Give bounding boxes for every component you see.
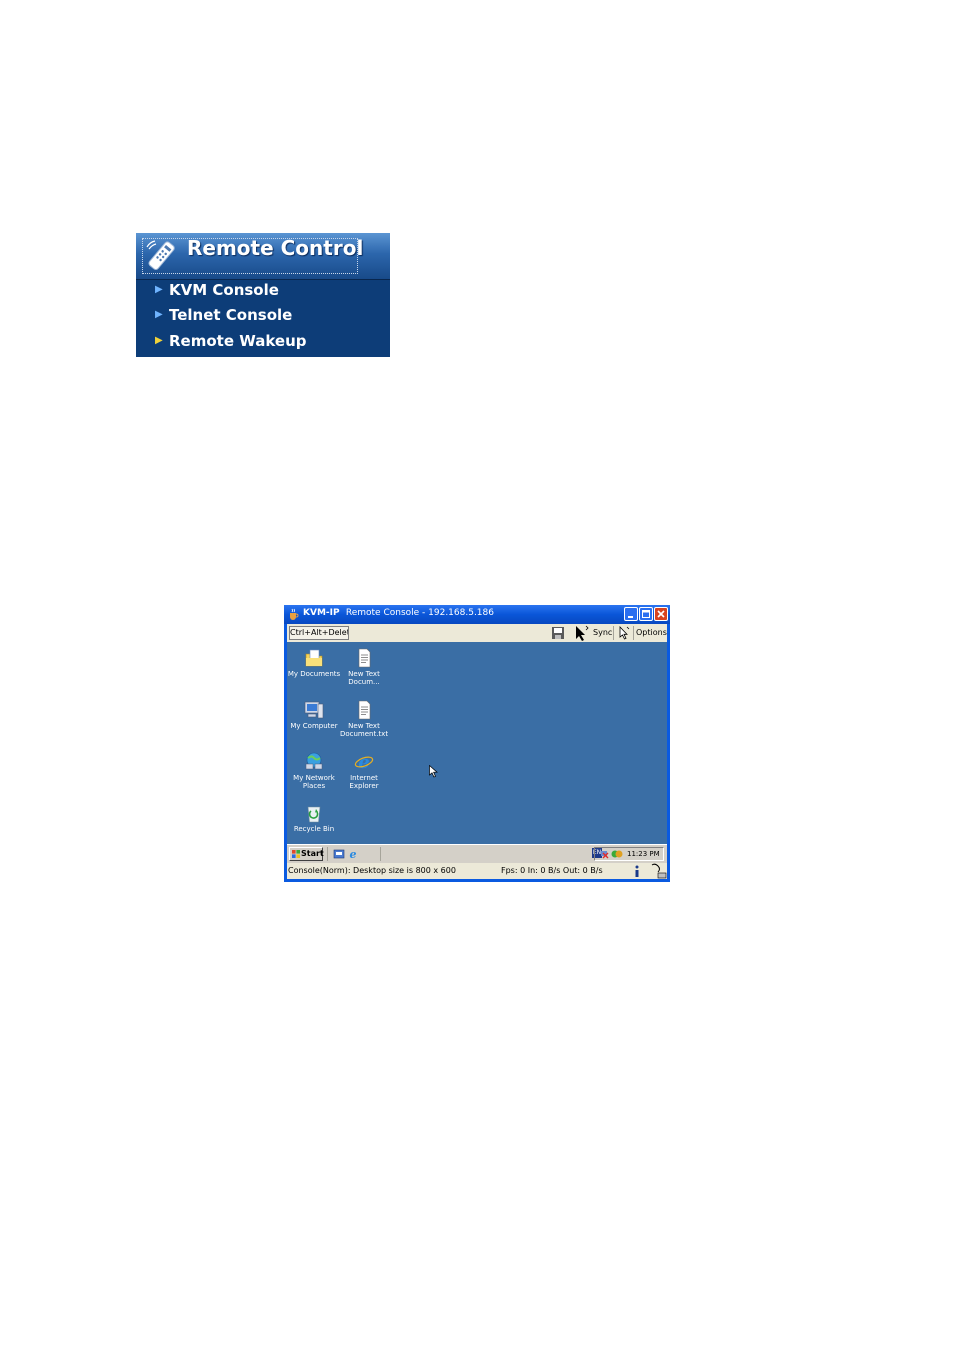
arrow-right-icon: ▶ — [155, 335, 163, 346]
svg-text:e: e — [358, 752, 369, 772]
menu-item-remote-wakeup[interactable]: ▶ Remote Wakeup — [155, 330, 307, 352]
desktop-icon-label: New Text Docum... — [348, 670, 380, 686]
system-tray: 11:23 PM — [594, 847, 664, 861]
remote-control-icon — [146, 240, 175, 270]
text-document-icon — [358, 648, 371, 668]
window-title-product: KVM-IP — [303, 608, 340, 618]
options-button[interactable]: Options — [636, 628, 667, 637]
close-button[interactable] — [654, 607, 668, 621]
window-titlebar[interactable]: KVM-IP Remote Console - 192.168.5.186 — [284, 605, 670, 624]
maximize-icon — [642, 610, 650, 618]
desktop-icon-my-computer[interactable]: My Computer — [287, 700, 341, 730]
desktop-icon-label: My Documents — [287, 670, 341, 678]
save-icon[interactable] — [551, 626, 565, 640]
mouse-pointer-icon[interactable] — [574, 625, 590, 642]
java-cup-icon — [290, 608, 299, 620]
desktop-icon-recycle-bin[interactable]: Recycle Bin — [287, 803, 341, 833]
network-alert-icon[interactable] — [600, 849, 610, 859]
desktop-icon-new-text-document-txt[interactable]: New Text Document.txt — [337, 700, 391, 738]
my-documents-icon — [305, 649, 323, 667]
menu-item-kvm-console[interactable]: ▶ KVM Console — [155, 279, 279, 301]
desktop-icon-internet-explorer[interactable]: e Internet Explorer — [337, 752, 391, 790]
start-button[interactable]: Start — [289, 847, 324, 861]
mouse-cursor-icon — [429, 765, 438, 778]
arrow-right-icon: ▶ — [155, 284, 163, 295]
toolbar-separator — [633, 626, 634, 640]
pointer-options-icon[interactable] — [617, 625, 631, 641]
info-icon[interactable] — [633, 865, 641, 878]
desktop-icon-label: My Computer — [290, 722, 338, 730]
console-statusbar: Console(Norm): Desktop size is 800 x 600… — [287, 863, 667, 879]
arrow-right-icon: ▶ — [155, 309, 163, 320]
internet-explorer-icon: e — [354, 752, 374, 772]
menu-item-label: Telnet Console — [169, 306, 293, 324]
show-desktop-icon[interactable] — [333, 848, 345, 860]
menu-title: Remote Control — [187, 236, 364, 260]
connection-status-icon[interactable] — [650, 863, 667, 879]
window-title-address: Remote Console - 192.168.5.186 — [345, 608, 494, 618]
desktop-icon-label: New Text Document.txt — [339, 722, 389, 738]
toolbar-separator — [613, 626, 614, 640]
close-icon — [657, 610, 665, 618]
clock: 11:23 PM — [627, 850, 660, 858]
menu-item-label: Remote Wakeup — [169, 332, 307, 350]
windows-logo-icon — [292, 850, 300, 858]
desktop-icon-my-documents[interactable]: My Documents — [287, 648, 341, 678]
taskbar-separator — [380, 847, 381, 861]
ctrl-alt-delete-button[interactable]: Ctrl+Alt+Delete — [289, 626, 349, 640]
svg-text:e: e — [350, 848, 357, 860]
maximize-button[interactable] — [639, 607, 653, 621]
menu-item-telnet-console[interactable]: ▶ Telnet Console — [155, 304, 292, 326]
minimize-icon — [628, 616, 633, 618]
window-title: KVM-IP Remote Console - 192.168.5.186 — [303, 608, 494, 618]
remote-taskbar: Start e EN 11:23 PM — [287, 844, 667, 863]
tray-app-icon[interactable] — [611, 849, 623, 859]
start-label: Start — [301, 849, 324, 858]
desktop-icon-label: Recycle Bin — [293, 825, 335, 833]
window-client-area: Ctrl+Alt+Delete Sync Options My Document… — [287, 624, 667, 879]
remote-desktop[interactable]: My Documents New Text Docum... My Comput — [287, 642, 667, 844]
text-document-icon — [358, 700, 371, 720]
minimize-button[interactable] — [624, 607, 638, 621]
desktop-icon-label: Internet Explorer — [349, 774, 379, 790]
status-fps: Fps: 0 In: 0 B/s Out: 0 B/s — [501, 866, 603, 875]
menu-header[interactable]: Remote Control — [136, 233, 390, 280]
kvm-console-window: KVM-IP Remote Console - 192.168.5.186 Ct… — [284, 605, 670, 882]
desktop-icon-my-network-places[interactable]: My Network Places — [287, 752, 341, 790]
desktop-icon-label: My Network Places — [293, 774, 335, 790]
my-computer-icon — [304, 701, 324, 719]
taskbar-separator — [327, 847, 328, 861]
recycle-bin-icon — [307, 806, 321, 823]
remote-control-menu: Remote Control ▶ KVM Console ▶ Telnet Cons… — [136, 233, 390, 357]
desktop-icon-new-text-document[interactable]: New Text Docum... — [337, 648, 391, 686]
internet-explorer-icon[interactable]: e — [347, 848, 359, 860]
network-places-icon — [305, 752, 323, 770]
console-toolbar: Ctrl+Alt+Delete Sync Options — [287, 624, 667, 642]
status-desktop-size: Console(Norm): Desktop size is 800 x 600 — [288, 866, 456, 875]
sync-label[interactable]: Sync — [593, 628, 612, 637]
menu-item-label: KVM Console — [169, 281, 279, 299]
